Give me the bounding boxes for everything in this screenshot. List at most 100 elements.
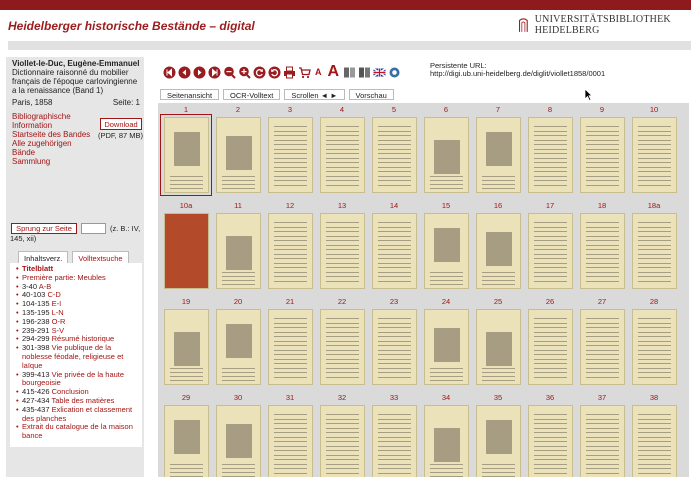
toc-label[interactable]: Première partie: Meubles — [22, 273, 106, 282]
link-collection[interactable]: Sammlung — [12, 157, 94, 166]
page-thumbnail[interactable]: 18 — [576, 201, 628, 301]
page-thumbnail[interactable]: 17 — [524, 201, 576, 301]
double-page-icon[interactable] — [358, 66, 371, 79]
rotate-right-icon[interactable] — [268, 66, 281, 79]
page-thumbnail[interactable]: 25 — [472, 297, 524, 397]
previous-page-icon[interactable] — [178, 66, 191, 79]
page-thumbnail[interactable]: 30 — [212, 393, 264, 477]
toc-item[interactable]: 435-437 Exlication et classement des pla… — [16, 405, 140, 424]
grid-view-icon[interactable] — [343, 66, 356, 79]
page-thumbnail[interactable]: 10a — [160, 201, 212, 301]
jump-to-page-input[interactable] — [81, 223, 106, 234]
toc-label[interactable]: Titelblatt — [22, 264, 53, 273]
page-thumbnail[interactable]: 27 — [576, 297, 628, 397]
thumbnail-label[interactable]: 21 — [264, 297, 316, 306]
page-thumbnail[interactable]: 14 — [368, 201, 420, 301]
thumbnail-label[interactable]: 13 — [316, 201, 368, 210]
page-thumbnail[interactable]: 31 — [264, 393, 316, 477]
thumbnail-label[interactable]: 6 — [420, 105, 472, 114]
page-thumbnail[interactable]: 26 — [524, 297, 576, 397]
thumbnail-label[interactable]: 4 — [316, 105, 368, 114]
toc-label[interactable]: O-R — [52, 317, 66, 326]
toc-item[interactable]: 301-398 Vie publique de la noblesse féod… — [16, 343, 140, 370]
thumbnail-label[interactable]: 14 — [368, 201, 420, 210]
page-thumbnail[interactable]: 29 — [160, 393, 212, 477]
last-page-icon[interactable] — [208, 66, 221, 79]
page-thumbnail[interactable]: 24 — [420, 297, 472, 397]
font-large-icon[interactable]: A — [328, 63, 340, 80]
toc-label[interactable]: Résumé historique — [52, 334, 115, 343]
thumbnail-label[interactable]: 37 — [576, 393, 628, 402]
thumbnail-label[interactable]: 18a — [628, 201, 680, 210]
language-flag-icon[interactable] — [373, 66, 387, 79]
toc-label[interactable]: S-V — [52, 326, 65, 335]
tab-ocr-fulltext[interactable]: OCR-Volltext — [223, 89, 281, 100]
thumbnail-label[interactable]: 9 — [576, 105, 628, 114]
page-thumbnail[interactable]: 16 — [472, 201, 524, 301]
link-volume-start[interactable]: Startseite des Bandes — [12, 130, 94, 139]
link-all-volumes[interactable]: Alle zugehörigen Bände — [12, 139, 94, 157]
thumbnail-label[interactable]: 29 — [160, 393, 212, 402]
page-thumbnail[interactable]: 22 — [316, 297, 368, 397]
thumbnail-label[interactable]: 22 — [316, 297, 368, 306]
toc-label[interactable]: Extrait du catalogue de la maison bance — [22, 422, 133, 440]
page-thumbnail[interactable]: 13 — [316, 201, 368, 301]
page-thumbnail[interactable]: 5 — [368, 105, 420, 205]
page-thumbnail[interactable]: 21 — [264, 297, 316, 397]
persistent-url-value[interactable]: http://digi.ub.uni-heidelberg.de/diglit/… — [430, 69, 605, 78]
thumbnail-label[interactable]: 36 — [524, 393, 576, 402]
page-thumbnail[interactable]: 7 — [472, 105, 524, 205]
page-thumbnail[interactable]: 15 — [420, 201, 472, 301]
site-title[interactable]: Heidelberger historische Bestände – digi… — [8, 19, 255, 33]
link-bibliographic-info[interactable]: Bibliographische Information — [12, 112, 94, 130]
page-thumbnail[interactable]: 4 — [316, 105, 368, 205]
page-thumbnail[interactable]: 35 — [472, 393, 524, 477]
toc-item[interactable]: 399-413 Vie privée de la haute bourgeois… — [16, 370, 140, 389]
font-small-icon[interactable]: A — [315, 66, 322, 79]
toc-label[interactable]: E-I — [52, 299, 62, 308]
thumbnail-label[interactable]: 10a — [160, 201, 212, 210]
thumbnail-label[interactable]: 23 — [368, 297, 420, 306]
thumbnail-label[interactable]: 8 — [524, 105, 576, 114]
page-thumbnail[interactable]: 38 — [628, 393, 680, 477]
thumbnail-label[interactable]: 11 — [212, 201, 264, 210]
zoom-in-icon[interactable] — [238, 66, 251, 79]
page-thumbnail[interactable]: 9 — [576, 105, 628, 205]
thumbnail-label[interactable]: 33 — [368, 393, 420, 402]
page-thumbnail[interactable]: 36 — [524, 393, 576, 477]
page-thumbnail[interactable]: 32 — [316, 393, 368, 477]
toc-item[interactable]: Extrait du catalogue de la maison bance — [16, 422, 140, 441]
page-thumbnail[interactable]: 18a — [628, 201, 680, 301]
tab-page-view[interactable]: Seitenansicht — [160, 89, 220, 100]
toc-label[interactable]: L-N — [52, 308, 64, 317]
page-thumbnail[interactable]: 2 — [212, 105, 264, 205]
tab-fulltext-search[interactable]: Volltextsuche — [72, 251, 129, 263]
thumbnail-label[interactable]: 5 — [368, 105, 420, 114]
next-page-icon[interactable] — [193, 66, 206, 79]
library-logo[interactable]: UNIVERSITÄTSBIBLIOTHEK HEIDELBERG — [518, 14, 691, 36]
thumbnail-label[interactable]: 3 — [264, 105, 316, 114]
page-thumbnail[interactable]: 1 — [160, 105, 212, 205]
page-thumbnail[interactable]: 33 — [368, 393, 420, 477]
thumbnail-label[interactable]: 26 — [524, 297, 576, 306]
thumbnail-label[interactable]: 28 — [628, 297, 680, 306]
page-thumbnail[interactable]: 37 — [576, 393, 628, 477]
page-thumbnail[interactable]: 6 — [420, 105, 472, 205]
thumbnail-label[interactable]: 10 — [628, 105, 680, 114]
thumbnail-label[interactable]: 2 — [212, 105, 264, 114]
page-thumbnail[interactable]: 11 — [212, 201, 264, 301]
thumbnail-label[interactable]: 30 — [212, 393, 264, 402]
first-page-icon[interactable] — [163, 66, 176, 79]
thumbnail-label[interactable]: 20 — [212, 297, 264, 306]
shopping-cart-icon[interactable] — [298, 66, 311, 79]
toc-label[interactable]: Conclusion — [52, 387, 89, 396]
thumbnail-label[interactable]: 19 — [160, 297, 212, 306]
page-thumbnail[interactable]: 28 — [628, 297, 680, 397]
thumbnail-label[interactable]: 35 — [472, 393, 524, 402]
thumbnail-label[interactable]: 7 — [472, 105, 524, 114]
page-thumbnail[interactable]: 34 — [420, 393, 472, 477]
page-thumbnail[interactable]: 3 — [264, 105, 316, 205]
rotate-left-icon[interactable] — [253, 66, 266, 79]
download-button[interactable]: Download — [100, 118, 142, 130]
page-thumbnail[interactable]: 19 — [160, 297, 212, 397]
